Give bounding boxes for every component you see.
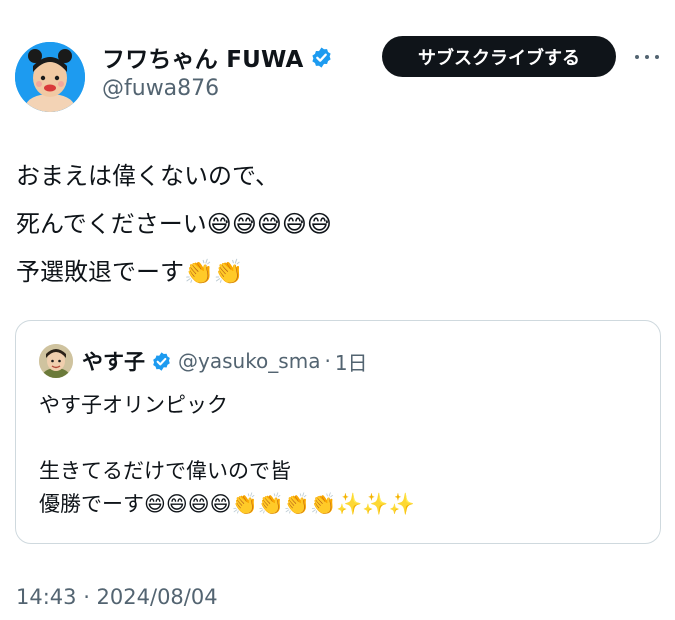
verified-badge-icon[interactable] [310,46,333,69]
author-display-name[interactable]: フワちゃん FUWA [102,40,333,74]
tweet-line: 予選敗退でーす👏👏 [16,258,244,286]
subscribe-button[interactable]: サブスクライブする [382,36,616,77]
author-handle[interactable]: @fuwa876 [102,76,219,101]
tweet-text: おまえは偉くないので、 死んでくださーい😅😅😅😅😅 予選敗退でーす👏👏 [16,152,656,296]
author-name-text: フワちゃん FUWA [102,47,304,73]
quoted-tweet-line: やす子オリンピック [39,393,228,417]
quoted-author-avatar[interactable] [39,344,73,378]
quoted-tweet-line: 優勝でーす😄😄😄😄👏👏👏👏✨✨✨ [39,492,415,516]
quoted-tweet-card[interactable]: やす子 @yasuko_sma · 1日 やす子オリンピック 生きてるだけで偉い… [15,320,661,544]
quoted-author-name: やす子 [82,350,145,374]
author-avatar[interactable] [15,42,85,112]
tweet-line: おまえは偉くないので、 [16,162,280,190]
quoted-tweet-line: 生きてるだけで偉いので皆 [39,459,291,483]
dot-separator: · [324,349,331,373]
quoted-tweet-blank-line [39,422,649,455]
more-horizontal-icon[interactable] [632,45,662,69]
quoted-tweet-time: 1日 [334,350,368,375]
tweet-line: 死んでくださーい😅😅😅😅😅 [16,210,332,238]
quoted-tweet-text: やす子オリンピック 生きてるだけで偉いので皆 優勝でーす😄😄😄😄👏👏👏👏✨✨✨ [39,389,649,521]
quoted-tweet-header: やす子 @yasuko_sma · 1日 [82,345,368,377]
tweet-timestamp[interactable]: 14:43 · 2024/08/04 [16,585,218,609]
verified-badge-icon [151,351,172,372]
quoted-author-handle: @yasuko_sma [178,349,321,373]
